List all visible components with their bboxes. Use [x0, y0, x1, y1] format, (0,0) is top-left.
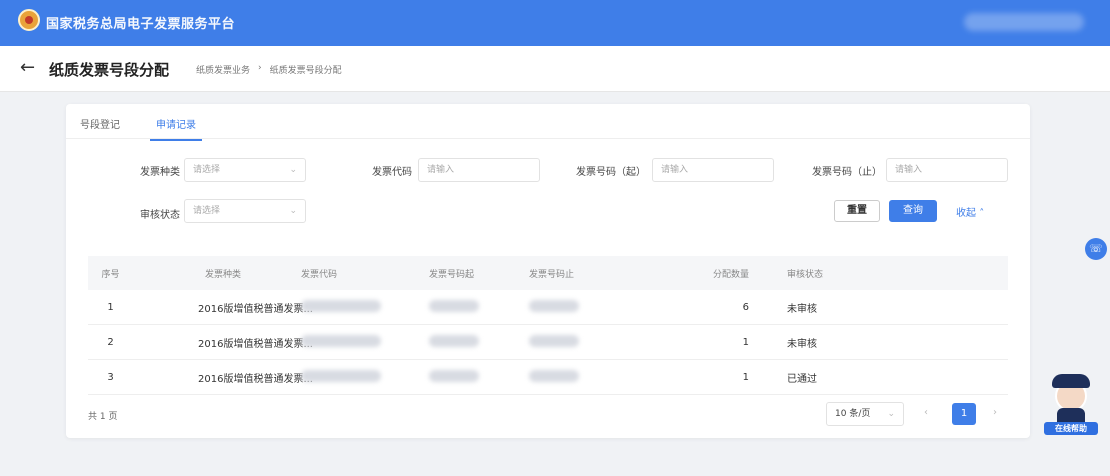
review-status-placeholder: 请选择: [193, 206, 221, 216]
redacted-end: [529, 334, 579, 347]
page-title: 纸质发票号段分配: [49, 61, 170, 79]
row-quantity: 6: [742, 301, 749, 313]
row-index: 3: [107, 371, 114, 383]
breadcrumb: 纸质发票业务 › 纸质发票号段分配: [196, 63, 342, 76]
redacted-end: [529, 299, 579, 312]
redacted-start: [429, 299, 479, 312]
app-title: 国家税务总局电子发票服务平台: [46, 17, 236, 32]
row-status: 已通过: [787, 373, 817, 385]
chevron-down-icon: ⌄: [289, 206, 297, 216]
chevron-up-icon: ˄: [979, 208, 985, 219]
query-button[interactable]: 查询: [889, 200, 937, 222]
chevron-down-icon: ⌄: [289, 165, 297, 175]
assistant-avatar[interactable]: 在线帮助: [1042, 372, 1100, 436]
invoice-type-placeholder: 请选择: [193, 165, 221, 175]
col-header-index: 序号: [101, 269, 120, 280]
page-size-value: 10 条/页: [835, 409, 871, 419]
invoice-code-input[interactable]: 请输入: [418, 158, 540, 182]
col-header-start: 发票号码起: [429, 269, 475, 280]
redacted-start: [429, 334, 479, 347]
next-page-icon[interactable]: ›: [993, 407, 997, 418]
records-table: 序号 发票种类 发票代码 发票号码起 发票号码止 分配数量 审核状态 1 201…: [88, 256, 1008, 395]
row-index: 2: [107, 336, 114, 348]
review-status-label: 审核状态: [140, 210, 180, 221]
page-number-current[interactable]: 1: [952, 403, 976, 425]
table-header: 序号 发票种类 发票代码 发票号码起 发票号码止 分配数量 审核状态: [88, 256, 1008, 290]
chevron-down-icon: ⌄: [887, 409, 895, 419]
reset-button[interactable]: 重置: [834, 200, 880, 222]
user-account-area[interactable]: [964, 13, 1084, 31]
main-card: 号段登记 申请记录 发票种类 请选择 ⌄ 发票代码 请输入 发票号码（起） 请输…: [66, 104, 1030, 438]
row-invoice-type: 2016版增值税普通发票...: [198, 373, 313, 385]
col-header-end: 发票号码止: [529, 269, 575, 280]
redacted-start: [429, 369, 479, 382]
col-header-qty: 分配数量: [712, 269, 749, 280]
table-row[interactable]: 1 2016版增值税普通发票... 6 未审核: [88, 290, 1008, 325]
row-quantity: 1: [742, 371, 749, 383]
assistant-label: 在线帮助: [1044, 422, 1098, 435]
invoice-code-label: 发票代码: [372, 167, 412, 178]
breadcrumb-item: 纸质发票号段分配: [269, 66, 342, 76]
row-status: 未审核: [787, 338, 817, 350]
review-status-select[interactable]: 请选择 ⌄: [184, 199, 306, 223]
tax-emblem-logo: [18, 9, 40, 31]
redacted-code: [301, 369, 381, 382]
row-invoice-type: 2016版增值税普通发票...: [198, 338, 313, 350]
invoice-code-placeholder: 请输入: [427, 165, 455, 175]
total-pages-text: 共 1 页: [88, 412, 118, 422]
top-nav-bar: 国家税务总局电子发票服务平台: [0, 0, 1110, 46]
invoice-type-select[interactable]: 请选择 ⌄: [184, 158, 306, 182]
redacted-code: [301, 299, 381, 312]
assistant-cap: [1052, 374, 1090, 388]
page-header: ← 纸质发票号段分配 纸质发票业务 › 纸质发票号段分配: [0, 46, 1110, 92]
prev-page-icon[interactable]: ‹: [924, 407, 928, 418]
breadcrumb-separator: ›: [258, 63, 262, 73]
table-row[interactable]: 2 2016版增值税普通发票... 1 未审核: [88, 325, 1008, 360]
end-number-placeholder: 请输入: [895, 165, 923, 175]
col-header-status: 审核状态: [787, 269, 824, 280]
start-number-placeholder: 请输入: [661, 165, 689, 175]
end-number-label: 发票号码（止）: [812, 167, 882, 178]
start-number-label: 发票号码（起）: [576, 167, 646, 178]
collapse-label: 收起: [956, 208, 976, 219]
breadcrumb-item[interactable]: 纸质发票业务: [196, 63, 250, 76]
table-row[interactable]: 3 2016版增值税普通发票... 1 已通过: [88, 360, 1008, 395]
col-header-code: 发票代码: [301, 269, 338, 280]
headset-icon[interactable]: ☏: [1085, 238, 1107, 260]
row-quantity: 1: [742, 336, 749, 348]
page-size-select[interactable]: 10 条/页 ⌄: [826, 402, 904, 426]
start-number-input[interactable]: 请输入: [652, 158, 774, 182]
row-status: 未审核: [787, 303, 817, 315]
end-number-input[interactable]: 请输入: [886, 158, 1008, 182]
invoice-type-label: 发票种类: [140, 167, 180, 178]
redacted-code: [301, 334, 381, 347]
redacted-end: [529, 369, 579, 382]
row-index: 1: [107, 301, 114, 313]
row-invoice-type: 2016版增值税普通发票...: [198, 303, 313, 315]
back-arrow-icon[interactable]: ←: [20, 57, 35, 78]
col-header-type: 发票种类: [205, 269, 242, 280]
tab-divider: [66, 138, 1030, 139]
collapse-toggle[interactable]: 收起 ˄: [956, 204, 984, 219]
